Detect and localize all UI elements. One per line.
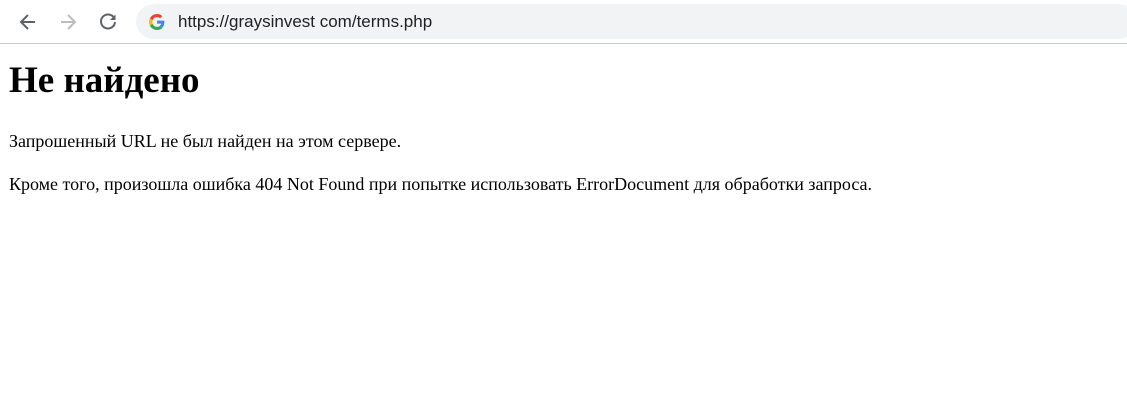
arrow-right-icon (61, 14, 77, 30)
back-button[interactable] (15, 9, 41, 35)
url-text[interactable]: https://graysinvest com/terms.php (178, 12, 432, 32)
error-detail: Кроме того, произошла ошибка 404 Not Fou… (9, 174, 873, 194)
error-message: Запрошенный URL не был найден на этом се… (9, 131, 402, 151)
browser-toolbar: https://graysinvest com/terms.php (0, 0, 1127, 44)
page-heading: Не найдено (9, 60, 200, 101)
address-bar[interactable]: https://graysinvest com/terms.php (136, 4, 1127, 39)
forward-button[interactable] (55, 9, 81, 35)
google-g-icon (149, 14, 165, 30)
arrow-left-icon (19, 14, 35, 30)
reload-button[interactable] (95, 9, 121, 35)
page-content: Не найдено Запрошенный URL не был найден… (0, 61, 1127, 195)
reload-icon (100, 13, 116, 30)
